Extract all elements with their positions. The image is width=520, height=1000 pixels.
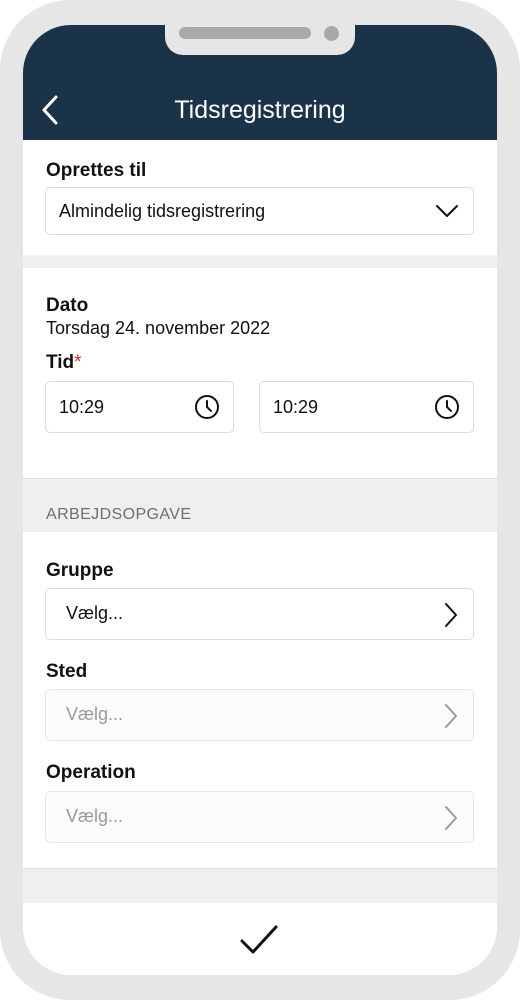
location-placeholder: Vælg... [66,704,124,724]
task-section-title: ARBEJDSOPGAVE [46,506,192,523]
date-value: Torsdag 24. november 2022 [46,318,271,338]
group-picker[interactable]: Vælg... [45,588,474,640]
app-screen: Tidsregistrering Oprettes til Almindelig… [23,25,497,975]
group-placeholder: Vælg... [66,603,124,623]
app-header: Tidsregistrering [23,25,497,140]
task-section-header: ARBEJDSOPGAVE [23,478,497,532]
create-for-select[interactable]: Almindelig tidsregistrering [45,187,474,235]
start-time-value: 10:29 [59,397,105,417]
clock-icon [195,395,219,419]
speaker-grille [179,27,311,39]
chevron-right-icon [445,704,457,728]
operation-picker[interactable]: Vælg... [45,791,474,843]
chevron-left-icon [42,95,58,125]
create-for-label: Oprettes til [46,160,147,181]
location-label: Sted [46,661,88,682]
phone-notch [165,25,355,55]
group-label: Gruppe [46,560,114,581]
date-label: Dato [46,295,89,316]
time-label: Tid* [46,352,82,374]
location-picker[interactable]: Vælg... [45,689,474,741]
back-button[interactable] [35,93,65,127]
time-label-text: Tid [46,352,75,373]
required-marker: * [74,352,82,373]
bottom-bar [23,903,497,975]
start-time-field[interactable]: 10:29 [45,381,234,433]
end-time-value: 10:29 [273,397,319,417]
checkmark-icon [240,925,278,954]
clock-icon [435,395,459,419]
end-time-field[interactable]: 10:29 [259,381,474,433]
page-title: Tidsregistrering [174,96,346,124]
section-divider [23,255,497,268]
operation-label: Operation [46,762,136,783]
confirm-button[interactable] [239,923,279,957]
chevron-right-icon [445,806,457,830]
bottom-divider [23,868,497,903]
camera-icon [324,26,339,41]
operation-placeholder: Vælg... [66,806,124,826]
create-for-value: Almindelig tidsregistrering [59,201,266,221]
chevron-down-icon [436,205,458,217]
chevron-right-icon [445,603,457,627]
